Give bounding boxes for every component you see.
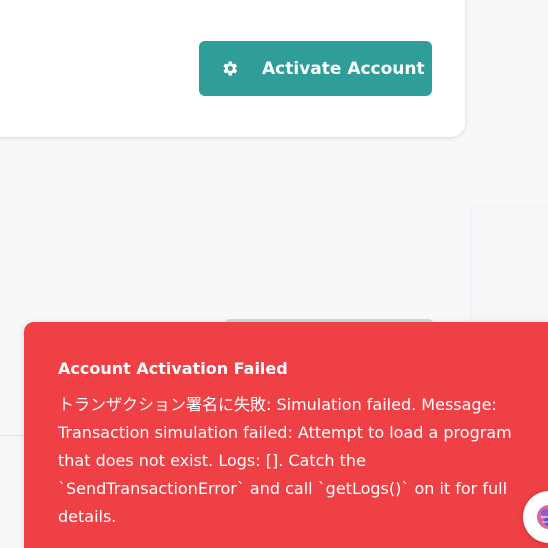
toast-title: Account Activation Failed xyxy=(58,359,288,378)
gear-icon xyxy=(223,61,238,76)
toast-message: トランザクション署名に失敗: Simulation failed. Messag… xyxy=(58,395,512,526)
activate-account-label: Activate Account xyxy=(262,59,425,79)
error-toast: Account Activation Failed トランザクション署名に失敗:… xyxy=(24,322,548,548)
assistant-avatar-icon xyxy=(537,505,548,529)
activate-account-button[interactable]: Activate Account xyxy=(199,41,432,96)
app-screen: Activate Account Account Activation Fail… xyxy=(0,0,548,548)
